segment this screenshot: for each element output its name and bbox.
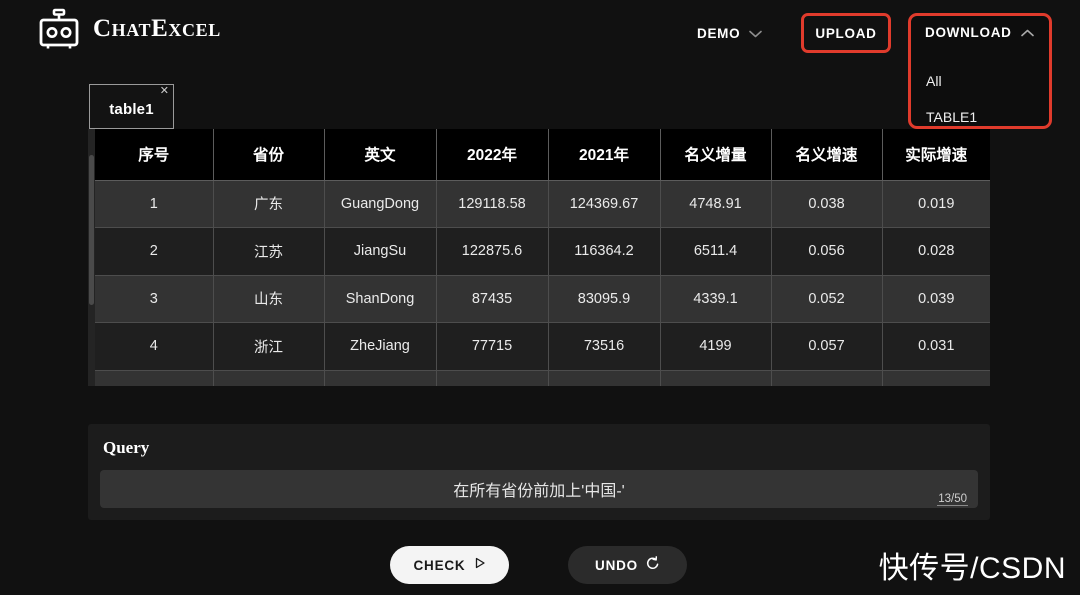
table-cell: 6511.4 bbox=[660, 227, 772, 276]
download-label: DOWNLOAD bbox=[925, 25, 1012, 40]
table-cell: 0.052 bbox=[771, 275, 883, 323]
table-cell: 4 bbox=[95, 322, 214, 371]
table-row[interactable]: 4 浙江 ZheJiang 77715 73516 4199 0.057 0.0… bbox=[95, 322, 990, 371]
app-header: ChatExcel DEMO UPLOAD DOWNLOAD All TABLE… bbox=[0, 0, 1080, 129]
table-cell: 0.028 bbox=[882, 227, 990, 276]
brand: ChatExcel bbox=[36, 8, 221, 50]
watermark: 快传号/CSDN bbox=[878, 552, 1066, 585]
table-tab-strip: table1 ✕ bbox=[89, 84, 174, 129]
table-cell: 1 bbox=[95, 180, 214, 228]
column-header: 名义增量 bbox=[660, 129, 772, 181]
query-input[interactable]: 在所有省份前加上'中国-' 13/50 bbox=[100, 470, 978, 508]
column-header: 2022年 bbox=[436, 129, 549, 181]
table-cell bbox=[213, 370, 325, 386]
data-table: 序号 省份 英文 2022年 2021年 名义增量 名义增速 实际增速 1 广东… bbox=[95, 129, 990, 386]
table-cell bbox=[324, 370, 437, 386]
brand-name: ChatExcel bbox=[93, 15, 221, 42]
table-cell: 0.039 bbox=[882, 275, 990, 323]
table-cell: 124369.67 bbox=[548, 180, 661, 228]
table-cell: 广东 bbox=[213, 180, 325, 228]
table-cell bbox=[95, 370, 214, 386]
undo-arrow-icon bbox=[646, 555, 660, 575]
table-row[interactable]: 1 广东 GuangDong 129118.58 124369.67 4748.… bbox=[95, 180, 990, 228]
column-header: 英文 bbox=[324, 129, 437, 181]
download-item-all[interactable]: All bbox=[926, 73, 942, 89]
close-icon[interactable]: ✕ bbox=[160, 86, 169, 97]
table-cell: 0.057 bbox=[771, 322, 883, 371]
column-header: 序号 bbox=[95, 129, 214, 181]
table-cell: 73516 bbox=[548, 322, 661, 371]
table-cell: 122875.6 bbox=[436, 227, 549, 276]
table-row[interactable]: 2 江苏 JiangSu 122875.6 116364.2 6511.4 0.… bbox=[95, 227, 990, 276]
table-cell: 0.038 bbox=[771, 180, 883, 228]
table-vertical-scrollbar[interactable] bbox=[88, 129, 95, 386]
table-cell bbox=[660, 370, 772, 386]
table-cell: 0.019 bbox=[882, 180, 990, 228]
download-menu[interactable]: DOWNLOAD All TABLE1 bbox=[908, 13, 1052, 129]
table-cell bbox=[882, 370, 990, 386]
table-row-partial[interactable] bbox=[95, 370, 990, 386]
table-cell: 116364.2 bbox=[548, 227, 661, 276]
table-cell bbox=[436, 370, 549, 386]
tab-table1[interactable]: table1 ✕ bbox=[89, 84, 174, 129]
table-cell: ShanDong bbox=[324, 275, 437, 323]
table-cell: 江苏 bbox=[213, 227, 325, 276]
table-cell bbox=[771, 370, 883, 386]
download-item-table1[interactable]: TABLE1 bbox=[926, 109, 977, 125]
column-header: 实际增速 bbox=[882, 129, 990, 181]
table-cell: 87435 bbox=[436, 275, 549, 323]
data-table-container: 序号 省份 英文 2022年 2021年 名义增量 名义增速 实际增速 1 广东… bbox=[88, 129, 990, 386]
undo-button[interactable]: UNDO bbox=[568, 546, 687, 584]
table-cell: 山东 bbox=[213, 275, 325, 323]
query-title: Query bbox=[103, 438, 150, 457]
upload-label: UPLOAD bbox=[815, 25, 877, 41]
query-panel: Query 在所有省份前加上'中国-' 13/50 bbox=[88, 424, 990, 520]
table-header-row: 序号 省份 英文 2022年 2021年 名义增量 名义增速 实际增速 bbox=[95, 129, 990, 181]
column-header: 省份 bbox=[213, 129, 325, 181]
tab-label: table1 bbox=[109, 100, 154, 118]
table-cell: 4199 bbox=[660, 322, 772, 371]
table-row[interactable]: 3 山东 ShanDong 87435 83095.9 4339.1 0.052… bbox=[95, 275, 990, 323]
upload-button[interactable]: UPLOAD bbox=[801, 13, 891, 53]
table-cell: ZheJiang bbox=[324, 322, 437, 371]
table-cell: 浙江 bbox=[213, 322, 325, 371]
scrollbar-thumb[interactable] bbox=[89, 155, 94, 305]
chevron-down-icon bbox=[749, 30, 763, 38]
table-cell: 3 bbox=[95, 275, 214, 323]
column-header: 2021年 bbox=[548, 129, 661, 181]
robot-head-icon bbox=[36, 8, 82, 50]
query-char-counter: 13/50 bbox=[937, 493, 968, 506]
table-cell: 83095.9 bbox=[548, 275, 661, 323]
column-header: 名义增速 bbox=[771, 129, 883, 181]
table-cell: JiangSu bbox=[324, 227, 437, 276]
table-cell: 0.056 bbox=[771, 227, 883, 276]
check-button-label: CHECK bbox=[413, 557, 466, 573]
check-button[interactable]: CHECK bbox=[390, 546, 509, 584]
table-cell: 4748.91 bbox=[660, 180, 772, 228]
table-cell: GuangDong bbox=[324, 180, 437, 228]
download-button[interactable]: DOWNLOAD bbox=[925, 25, 1034, 40]
chevron-up-icon bbox=[1020, 29, 1034, 37]
query-input-value: 在所有省份前加上'中国-' bbox=[453, 483, 625, 500]
table-cell: 129118.58 bbox=[436, 180, 549, 228]
nav-demo-button[interactable]: DEMO bbox=[697, 26, 763, 41]
undo-button-label: UNDO bbox=[595, 557, 638, 573]
table-cell: 0.031 bbox=[882, 322, 990, 371]
table-cell bbox=[548, 370, 661, 386]
table-cell: 4339.1 bbox=[660, 275, 772, 323]
table-cell: 77715 bbox=[436, 322, 549, 371]
table-cell: 2 bbox=[95, 227, 214, 276]
play-triangle-icon bbox=[474, 556, 486, 574]
nav-demo-label: DEMO bbox=[697, 26, 741, 41]
